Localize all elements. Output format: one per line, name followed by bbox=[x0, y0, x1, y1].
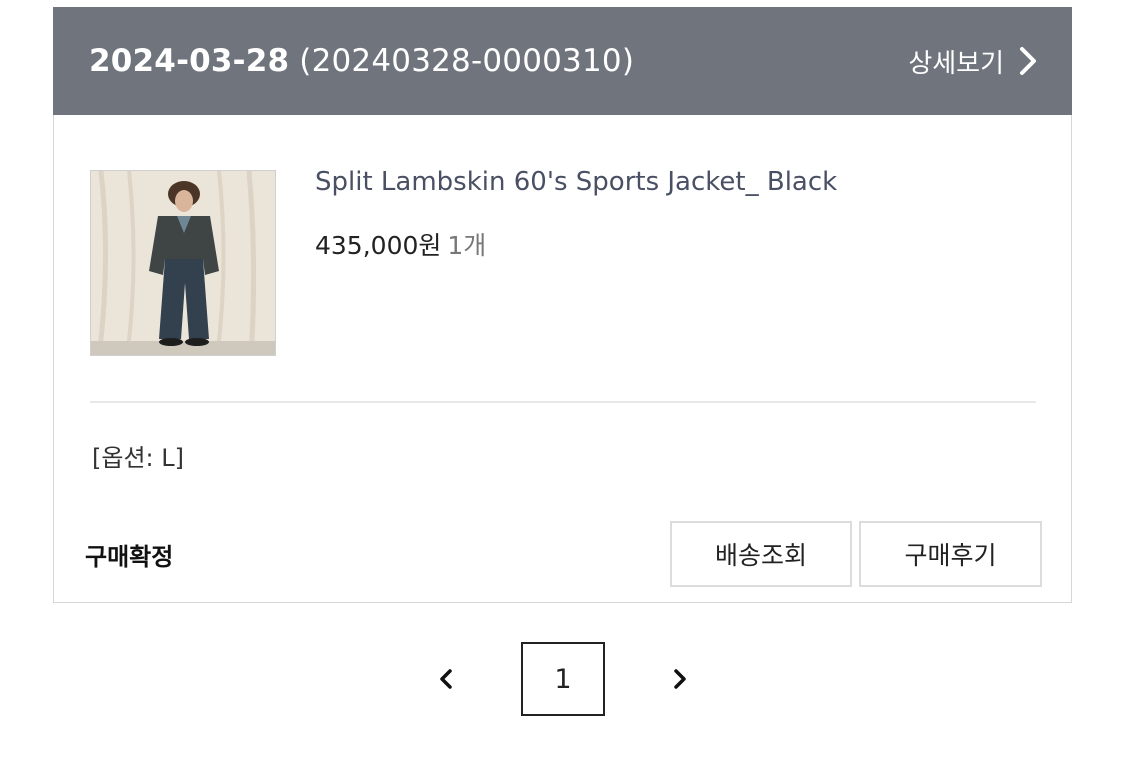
chevron-right-icon bbox=[1020, 47, 1036, 75]
page-number-current[interactable]: 1 bbox=[521, 642, 605, 716]
order-header: 2024-03-28 (20240328-0000310) 상세보기 bbox=[53, 7, 1072, 115]
order-number: (20240328-0000310) bbox=[299, 43, 635, 79]
divider bbox=[90, 401, 1036, 403]
product-option: [옵션: L] bbox=[92, 444, 184, 472]
order-title: 2024-03-28 (20240328-0000310) bbox=[89, 43, 634, 79]
price-value: 435,000원 bbox=[315, 231, 442, 260]
prev-page-button[interactable] bbox=[434, 665, 458, 693]
order-card: 2024-03-28 (20240328-0000310) 상세보기 Split… bbox=[53, 7, 1072, 603]
chevron-right-icon bbox=[674, 669, 686, 689]
product-photo bbox=[91, 171, 275, 355]
order-detail-link[interactable]: 상세보기 bbox=[908, 43, 1038, 80]
product-name[interactable]: Split Lambskin 60's Sports Jacket_ Black bbox=[315, 167, 837, 197]
order-detail-label: 상세보기 bbox=[908, 48, 1004, 79]
product-price: 435,000원 1개 bbox=[315, 226, 486, 262]
chevron-left-icon bbox=[440, 669, 452, 689]
purchase-review-button[interactable]: 구매후기 bbox=[859, 521, 1042, 587]
product-image[interactable] bbox=[90, 170, 276, 356]
next-page-button[interactable] bbox=[668, 665, 692, 693]
purchase-status: 구매확정 bbox=[85, 543, 174, 571]
delivery-tracking-button[interactable]: 배송조회 bbox=[670, 521, 852, 587]
order-date: 2024-03-28 bbox=[89, 43, 290, 79]
quantity: 1개 bbox=[447, 231, 487, 260]
